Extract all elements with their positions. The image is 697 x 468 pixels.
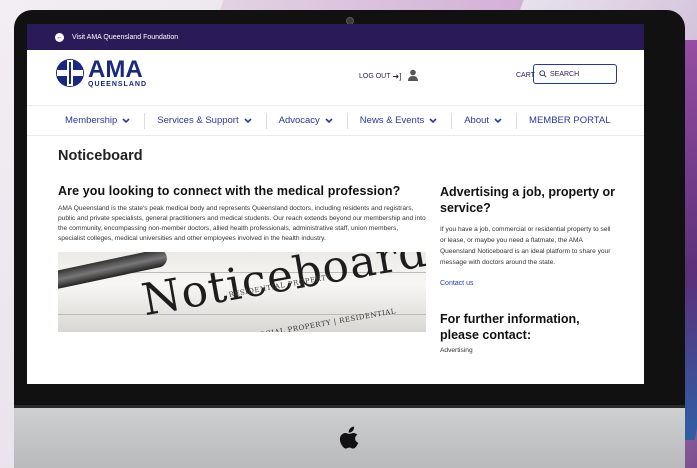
search-icon: [539, 70, 547, 78]
nav-about[interactable]: About: [464, 115, 502, 126]
nav-member-portal[interactable]: MEMBER PORTAL: [529, 115, 610, 126]
foundation-link[interactable]: Visit AMA Queensland Foundation: [72, 34, 178, 41]
nav-label: Advocacy: [278, 115, 320, 126]
nav-divider: [346, 112, 348, 129]
chevron-down-icon: [429, 117, 437, 123]
noticeboard-image: Noticeboard RESIDENTIAL PROPERTY JOBS | …: [58, 252, 426, 332]
arrow-left-icon: ←: [55, 32, 64, 42]
nav-services-support[interactable]: Services & Support: [157, 115, 252, 126]
advertising-label: Advertising: [440, 347, 473, 354]
chevron-down-icon: [244, 117, 252, 123]
chevron-down-icon: [122, 117, 130, 123]
apple-logo-icon: [339, 426, 359, 449]
logo-wordmark: AMA: [88, 56, 143, 83]
nav-divider: [265, 112, 267, 129]
logo-subtitle: QUEENSLAND: [88, 81, 148, 88]
sidebar-heading: Advertising a job, property or service?: [440, 185, 616, 215]
nav-divider: [451, 112, 453, 129]
nav-label: MEMBER PORTAL: [529, 115, 611, 126]
main-column: Are you looking to connect with the medi…: [58, 184, 426, 332]
main-body-text: AMA Queensland is the state's peak medic…: [58, 205, 426, 242]
nav-divider: [516, 112, 518, 129]
contact-us-link[interactable]: Contact us: [440, 280, 618, 287]
nav-label: About: [464, 115, 490, 126]
chevron-down-icon: [494, 117, 502, 123]
page-title: Noticeboard: [58, 148, 143, 164]
nav-label: Membership: [65, 115, 118, 126]
search-input[interactable]: [550, 70, 610, 78]
foundation-topbar[interactable]: ← Visit AMA Queensland Foundation: [27, 24, 644, 50]
nav-news-events[interactable]: News & Events: [360, 115, 437, 126]
main-nav: Membership Services & Support Advocacy N…: [27, 106, 644, 136]
site-header: AMA QUEENSLAND LOG OUT ➜] CART: [27, 50, 644, 106]
page-content: Noticeboard: [27, 136, 644, 164]
nav-advocacy[interactable]: Advocacy: [279, 115, 333, 126]
search-box[interactable]: [533, 64, 617, 84]
nav-divider: [144, 112, 146, 129]
browser-screen: ← Visit AMA Queensland Foundation AMA QU…: [27, 24, 644, 384]
logout-label: LOG OUT: [359, 73, 391, 80]
main-heading: Are you looking to connect with the medi…: [58, 184, 401, 198]
chevron-down-icon: [325, 117, 333, 123]
ama-logo[interactable]: AMA QUEENSLAND: [55, 58, 147, 88]
user-icon[interactable]: [408, 69, 418, 81]
ama-cross-logo-icon: [56, 59, 84, 87]
nav-membership[interactable]: Membership: [65, 115, 130, 126]
further-info-heading: For further information, please contact:: [440, 312, 580, 342]
sidebar-body-text: If you have a job, commercial or residen…: [440, 226, 611, 266]
logout-link[interactable]: LOG OUT ➜]: [359, 72, 401, 81]
logout-icon: ➜]: [392, 72, 402, 81]
nav-label: Services & Support: [157, 115, 239, 126]
nav-label: News & Events: [359, 115, 425, 126]
sidebar-column: Advertising a job, property or service? …: [440, 184, 618, 354]
